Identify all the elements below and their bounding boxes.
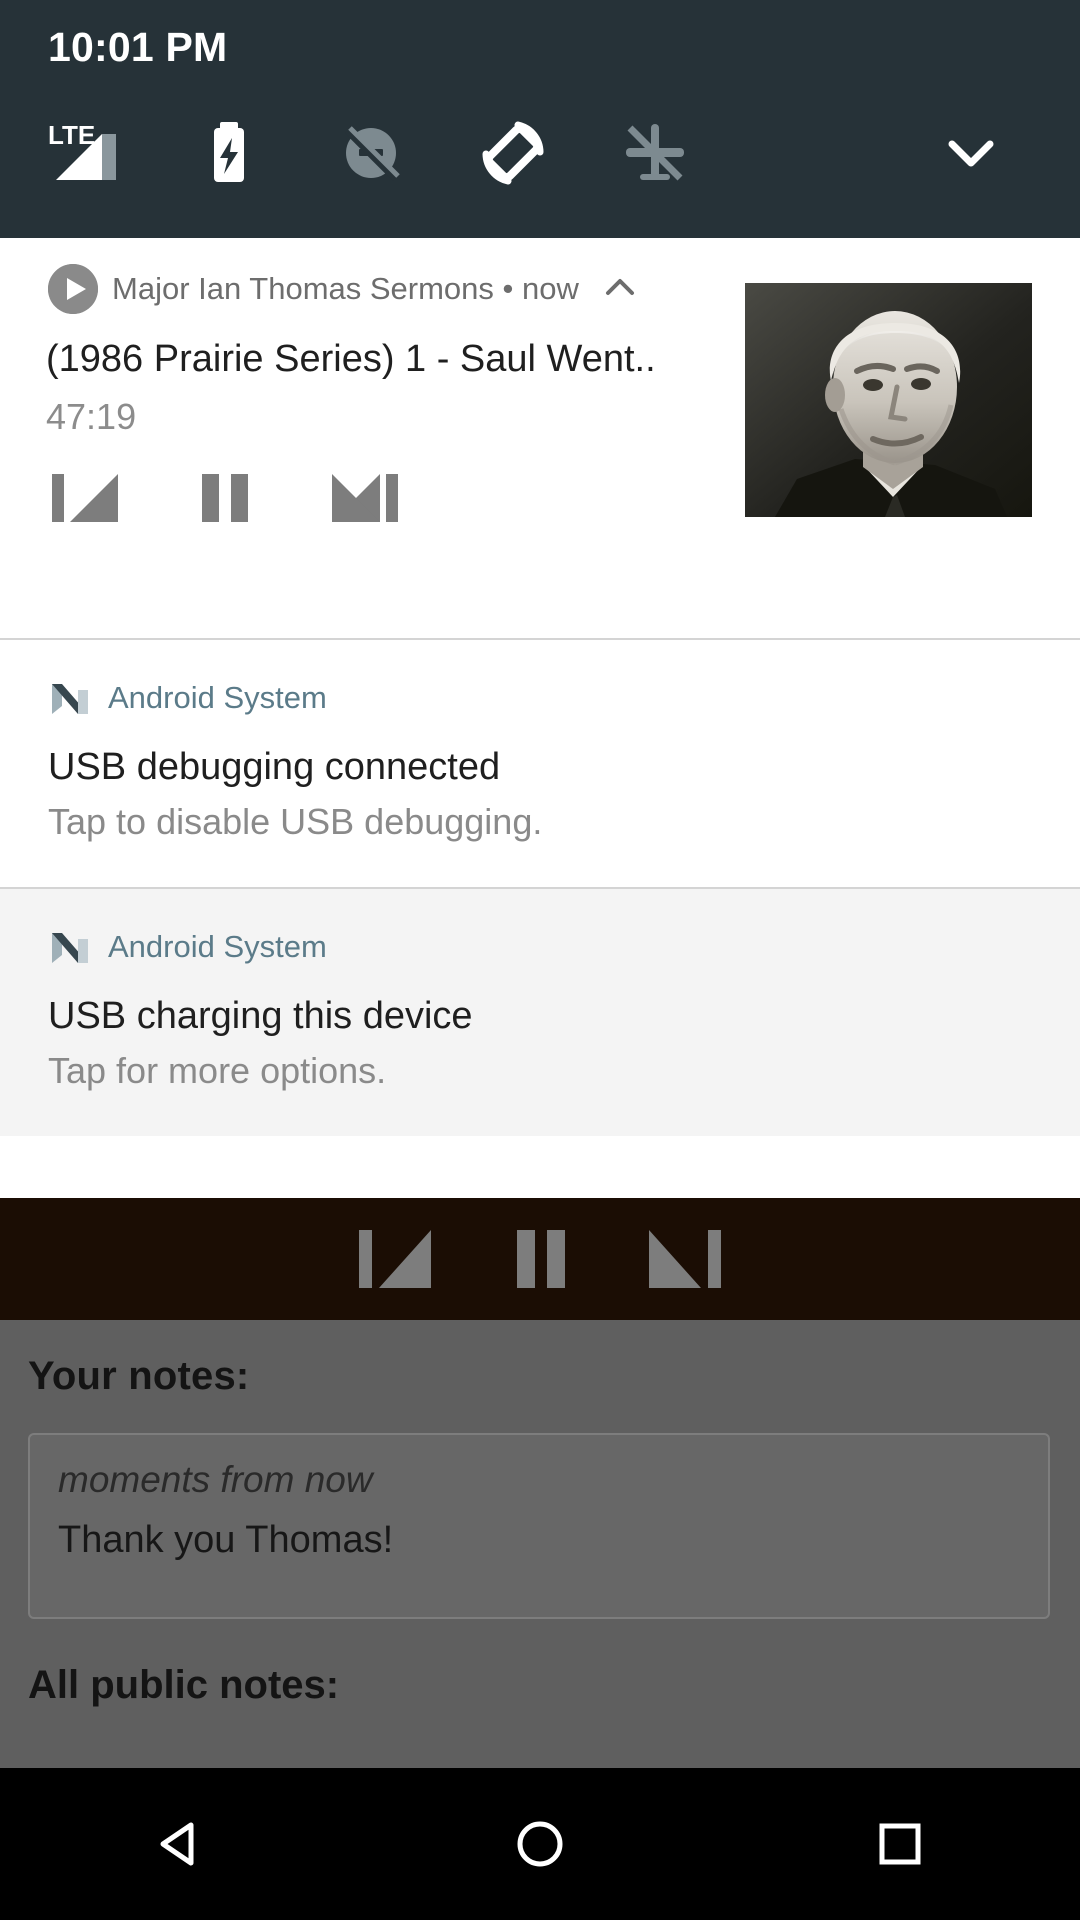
previous-button[interactable] [46,466,124,530]
quick-settings-icon-row: LTE [0,108,1080,194]
airplane-mode-off-icon[interactable] [612,108,698,194]
notification-app-name: Android System [108,929,327,964]
android-system-icon [48,676,92,720]
svg-text:LTE: LTE [48,120,95,150]
note-timestamp: moments from now [58,1459,373,1500]
app-media-bar [0,1198,1080,1320]
media-duration: 47:19 [46,396,137,437]
media-notification-header: Major Ian Thomas Sermons • now [48,264,637,314]
your-notes-heading: Your notes: [28,1354,250,1398]
pause-button[interactable] [186,466,264,530]
notification-usb-debugging[interactable]: Android System USB debugging connected T… [0,640,1080,887]
home-button[interactable] [455,1768,625,1920]
auto-rotate-icon[interactable] [470,108,556,194]
play-badge-icon [48,264,98,314]
album-art[interactable] [745,283,1032,517]
next-button[interactable] [326,466,404,530]
navigation-bar [0,1768,1080,1920]
battery-charging-icon[interactable] [186,108,272,194]
notification-shade: Major Ian Thomas Sermons • now (1986 Pra… [0,238,1080,1198]
pause-button[interactable] [497,1222,583,1296]
quick-settings-bar: 10:01 PM LTE [0,0,1080,238]
all-public-notes-heading: All public notes: [28,1663,340,1707]
notification-body: Tap for more options. [48,1050,387,1091]
notification-usb-charging[interactable]: Android System USB charging this device … [0,889,1080,1136]
status-bar-clock: 10:01 PM [48,24,228,70]
notification-title: USB charging this device [48,995,473,1037]
media-transport-controls [46,466,404,530]
notification-header: Android System [48,925,1032,969]
collapse-chevron-up-icon[interactable] [603,276,637,303]
do-not-disturb-off-icon[interactable] [328,108,414,194]
notification-header: Android System [48,676,1032,720]
android-system-icon [48,925,92,969]
app-notes-section: Your notes: moments from now Thank you T… [0,1320,1080,1768]
next-button[interactable] [641,1222,727,1296]
notification-title: USB debugging connected [48,746,501,788]
note-card[interactable]: moments from now Thank you Thomas! [28,1433,1050,1619]
media-app-name-and-time: Major Ian Thomas Sermons • now [112,271,579,306]
previous-button[interactable] [353,1222,439,1296]
back-button[interactable] [95,1768,265,1920]
notification-app-name: Android System [108,680,327,715]
recents-button[interactable] [815,1768,985,1920]
lte-signal-icon[interactable]: LTE [44,108,130,194]
notification-media[interactable]: Major Ian Thomas Sermons • now (1986 Pra… [0,238,1080,638]
chevron-down-icon[interactable] [928,108,1014,194]
note-text: Thank you Thomas! [58,1519,394,1561]
phone-screen: 10:01 PM LTE Major Ian Thomas Sermons • … [0,0,1080,1920]
notification-body: Tap to disable USB debugging. [48,801,543,842]
media-track-title: (1986 Prairie Series) 1 - Saul Went.. [46,338,656,380]
